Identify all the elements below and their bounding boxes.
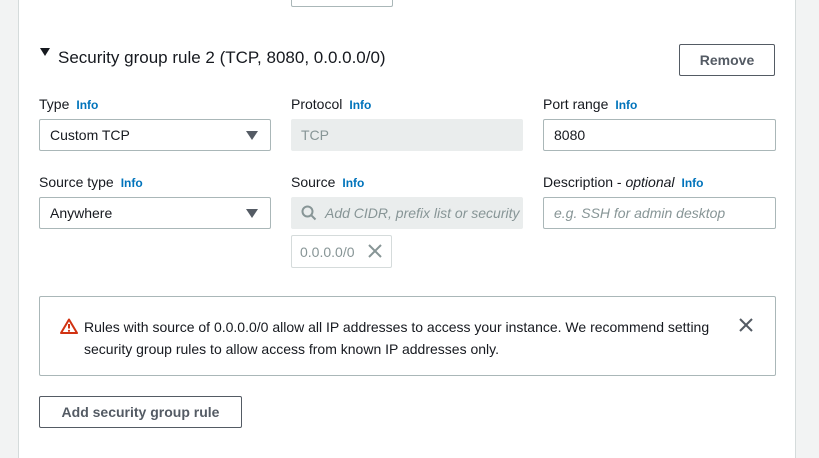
- protocol-label: Protocol Info: [291, 95, 371, 114]
- type-select[interactable]: Custom TCP: [39, 119, 271, 151]
- remove-token-icon[interactable]: [368, 244, 382, 261]
- collapse-caret-icon[interactable]: [40, 48, 50, 56]
- type-info-link[interactable]: Info: [76, 98, 98, 112]
- rule-title[interactable]: Security group rule 2 (TCP, 8080, 0.0.0.…: [58, 47, 386, 69]
- protocol-field: TCP: [291, 119, 523, 151]
- description-optional-text: optional: [625, 174, 675, 190]
- remove-button[interactable]: Remove: [679, 44, 775, 76]
- protocol-info-link[interactable]: Info: [349, 98, 371, 112]
- dropdown-caret-icon: [246, 209, 258, 218]
- source-label-text: Source: [291, 174, 336, 190]
- port-range-input[interactable]: 8080: [543, 119, 776, 151]
- description-placeholder: e.g. SSH for admin desktop: [554, 205, 726, 221]
- description-info-link[interactable]: Info: [682, 176, 704, 190]
- source-token-label: 0.0.0.0/0: [300, 243, 355, 260]
- type-label: Type Info: [39, 95, 98, 114]
- protocol-value: TCP: [301, 127, 329, 143]
- source-type-select-value: Anywhere: [50, 205, 113, 221]
- close-icon[interactable]: [739, 318, 753, 337]
- type-label-text: Type: [39, 96, 70, 112]
- description-input[interactable]: e.g. SSH for admin desktop: [543, 197, 776, 229]
- alert-message: Rules with source of 0.0.0.0/0 allow all…: [84, 319, 710, 357]
- port-range-value: 8080: [554, 127, 586, 143]
- source-info-link[interactable]: Info: [342, 176, 364, 190]
- protocol-label-text: Protocol: [291, 96, 343, 112]
- source-type-label: Source type Info: [39, 173, 143, 192]
- type-select-value: Custom TCP: [50, 127, 130, 143]
- source-search-input[interactable]: Add CIDR, prefix list or security: [291, 197, 523, 229]
- search-icon: [301, 205, 317, 221]
- source-type-label-text: Source type: [39, 174, 114, 190]
- warning-icon: [60, 318, 78, 339]
- source-token: 0.0.0.0/0: [291, 235, 392, 268]
- source-search-placeholder: Add CIDR, prefix list or security: [325, 205, 520, 221]
- source-type-select[interactable]: Anywhere: [39, 197, 271, 229]
- source-type-info-link[interactable]: Info: [121, 176, 143, 190]
- description-label-text: Description -: [543, 174, 626, 190]
- warning-alert: Rules with source of 0.0.0.0/0 allow all…: [39, 296, 776, 376]
- add-security-group-rule-button[interactable]: Add security group rule: [39, 396, 242, 428]
- port-range-label: Port range Info: [543, 95, 637, 114]
- port-range-label-text: Port range: [543, 96, 609, 112]
- previous-rule-chip: [291, 0, 393, 7]
- dropdown-caret-icon: [246, 131, 258, 140]
- port-range-info-link[interactable]: Info: [615, 98, 637, 112]
- description-label: Description - optional Info: [543, 173, 704, 192]
- source-label: Source Info: [291, 173, 364, 192]
